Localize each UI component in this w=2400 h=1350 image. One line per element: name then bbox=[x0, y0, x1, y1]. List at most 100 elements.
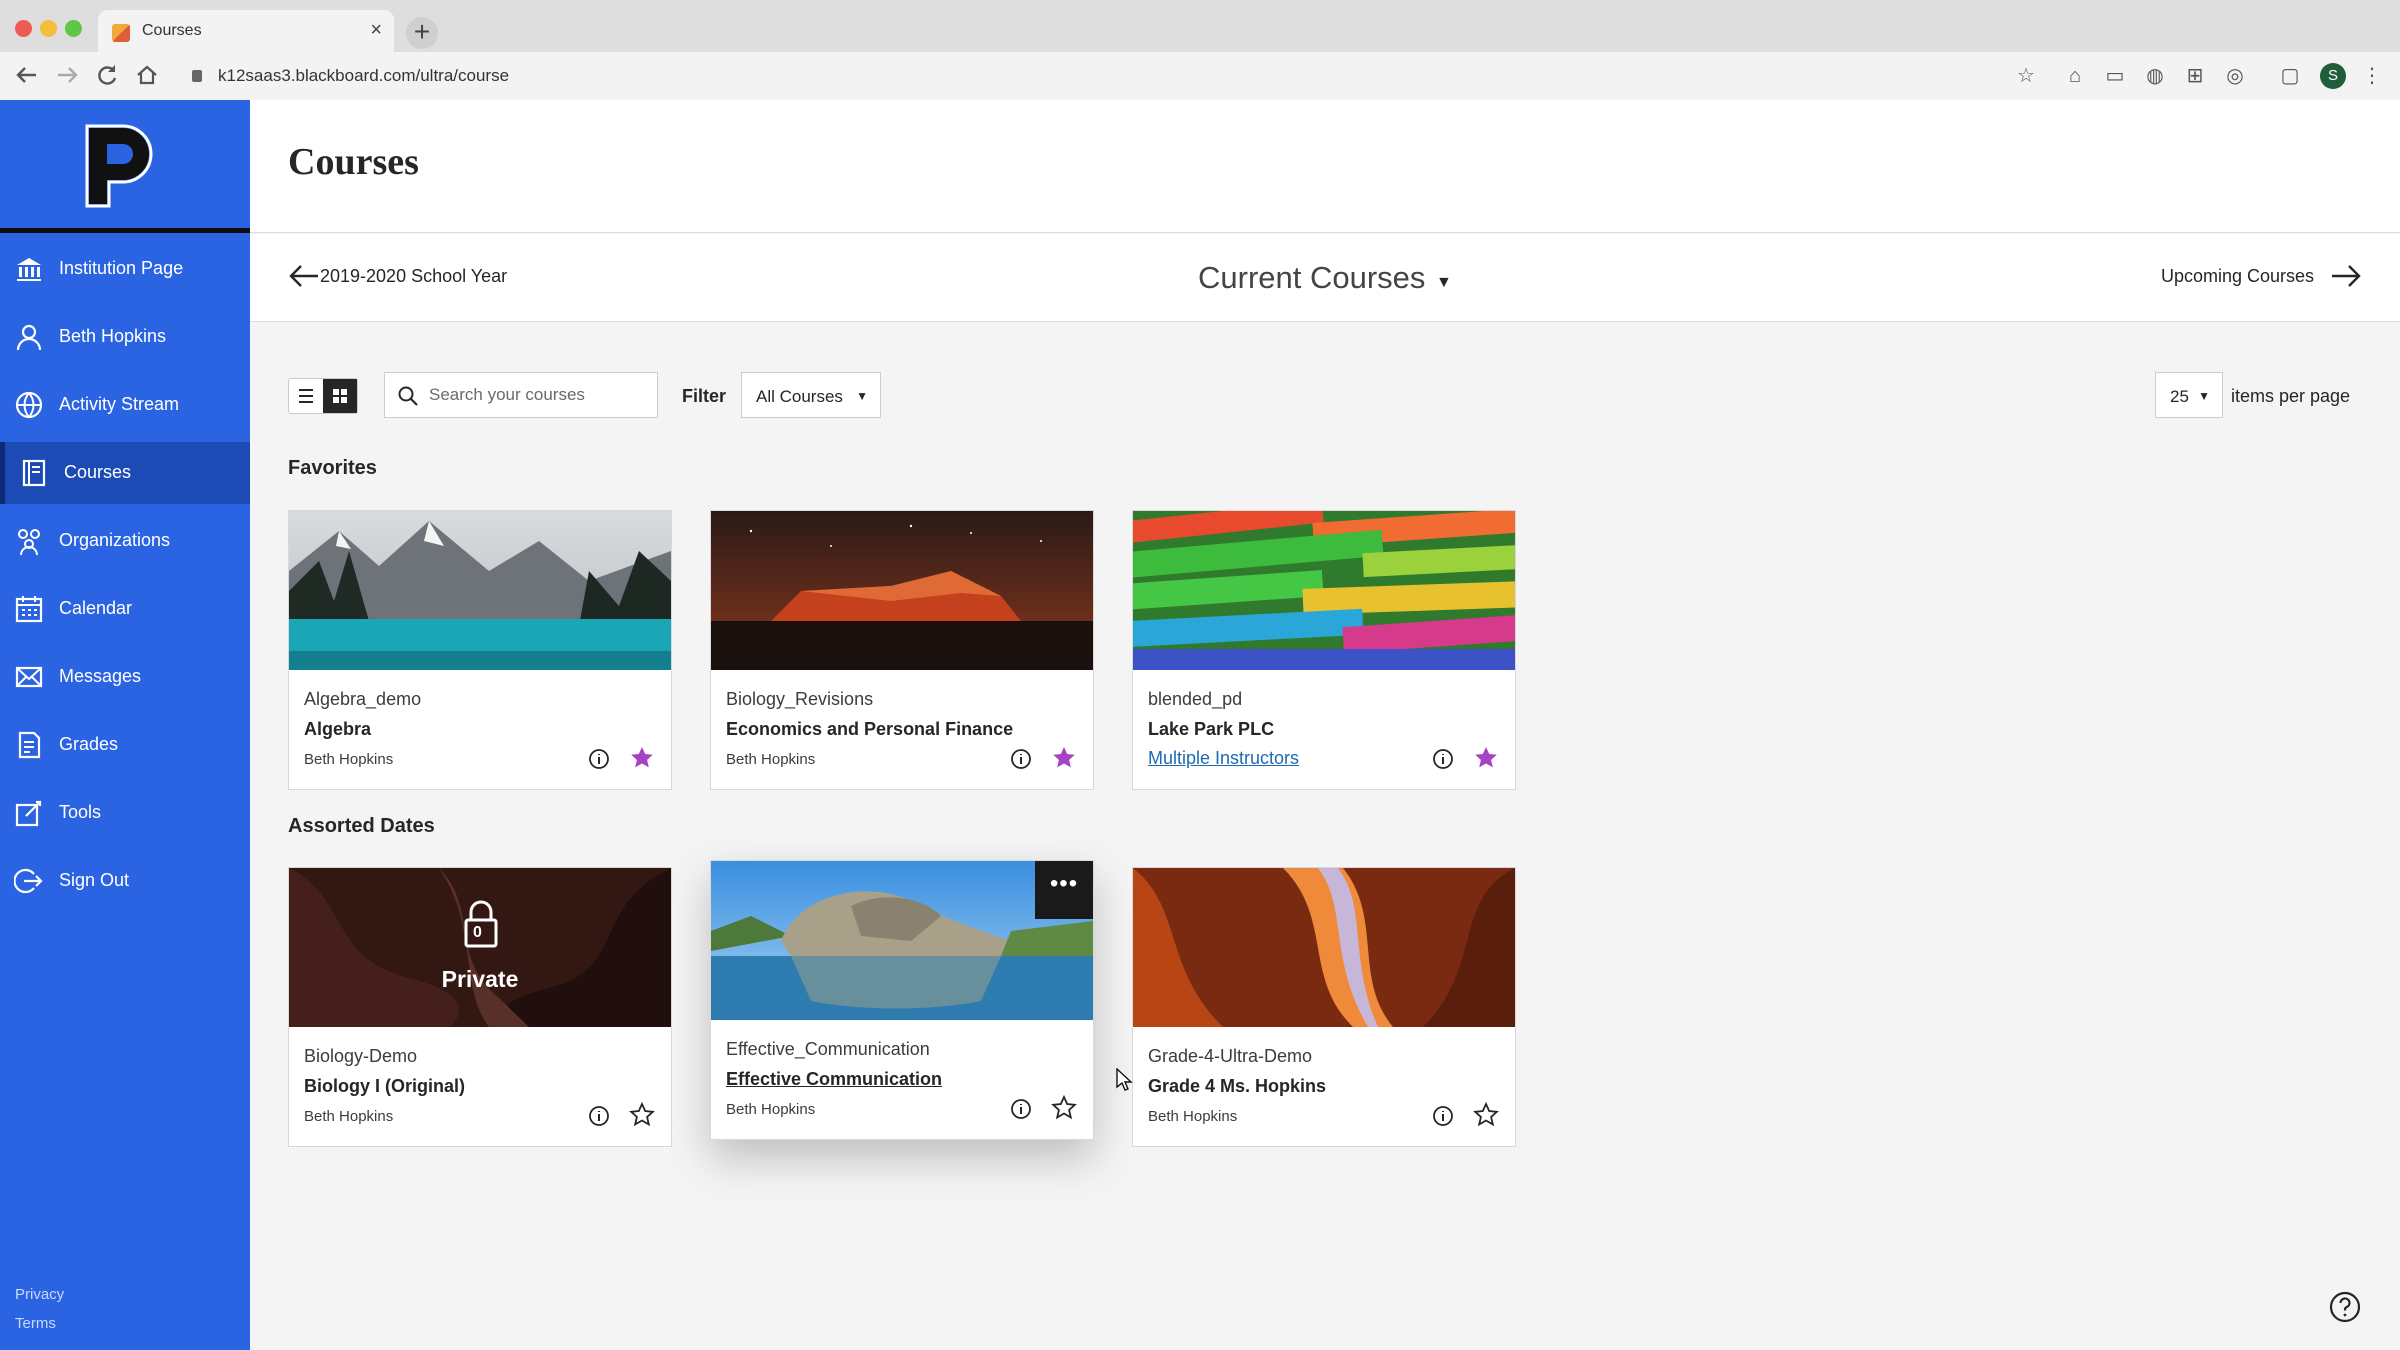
star-outline-icon[interactable] bbox=[1051, 1095, 1077, 1121]
help-icon[interactable] bbox=[2328, 1290, 2362, 1324]
back-icon[interactable] bbox=[12, 60, 42, 90]
browser-toolbar: k12saas3.blackboard.com/ultra/course ☆ ⌂… bbox=[0, 52, 2400, 100]
extension-globe-icon[interactable]: ◍ bbox=[2143, 64, 2167, 88]
close-window-button[interactable] bbox=[15, 20, 32, 37]
star-outline-icon[interactable] bbox=[1473, 1102, 1499, 1128]
course-name[interactable]: Algebra bbox=[304, 719, 371, 740]
extension-home-icon[interactable]: ⌂ bbox=[2063, 64, 2087, 88]
grid-view-icon[interactable] bbox=[323, 379, 357, 413]
items-per-page-label: items per page bbox=[2231, 386, 2351, 406]
course-image-night-rock[interactable] bbox=[711, 511, 1093, 670]
multiple-instructors-link[interactable]: Multiple Instructors bbox=[1148, 748, 1299, 769]
course-name[interactable]: Grade 4 Ms. Hopkins bbox=[1148, 1076, 1326, 1097]
bookmark-star-icon[interactable]: ☆ bbox=[2014, 64, 2038, 88]
course-id: Biology_Revisions bbox=[726, 689, 874, 709]
grades-icon bbox=[18, 731, 41, 759]
course-card[interactable]: Biology_Revisions Economics and Personal… bbox=[710, 510, 1094, 790]
private-overlay: 0 Private bbox=[289, 868, 671, 1027]
home-icon[interactable] bbox=[132, 60, 162, 90]
next-term-arrow-icon[interactable] bbox=[2328, 258, 2364, 294]
previous-term-arrow-icon[interactable] bbox=[286, 258, 322, 294]
sidebar-item-activity-stream[interactable]: Activity Stream bbox=[0, 374, 250, 436]
info-icon[interactable] bbox=[1009, 747, 1033, 771]
favorite-star-icon[interactable] bbox=[1051, 745, 1077, 771]
tab-title: Courses bbox=[142, 22, 202, 39]
new-tab-button[interactable]: + bbox=[406, 17, 438, 49]
extension-target-icon[interactable]: ◎ bbox=[2223, 64, 2247, 88]
sidebar-item-organizations[interactable]: Organizations bbox=[0, 510, 250, 572]
sidebar-item-label: Activity Stream bbox=[59, 394, 180, 414]
course-image-mountain-lake[interactable] bbox=[289, 511, 671, 670]
course-instructor: Beth Hopkins bbox=[304, 751, 394, 768]
sidebar-item-sign-out[interactable]: Sign Out bbox=[0, 850, 250, 912]
info-icon[interactable] bbox=[587, 747, 611, 771]
items-per-page-dropdown[interactable]: 25 ▼ bbox=[2155, 372, 2223, 418]
sidebar-item-label: Beth Hopkins bbox=[59, 326, 167, 346]
courses-icon bbox=[22, 459, 46, 487]
sidebar-item-messages[interactable]: Messages bbox=[0, 646, 250, 708]
course-image-canyon-orange[interactable] bbox=[1133, 868, 1515, 1027]
info-icon[interactable] bbox=[1431, 1104, 1455, 1128]
sidebar-item-institution-page[interactable]: Institution Page bbox=[0, 238, 250, 300]
course-id: Grade-4-Ultra-Demo bbox=[1148, 1046, 1313, 1066]
terms-link[interactable]: Terms bbox=[15, 1315, 56, 1332]
list-view-icon[interactable] bbox=[289, 379, 323, 413]
reload-icon[interactable] bbox=[92, 60, 122, 90]
info-icon[interactable] bbox=[587, 1104, 611, 1128]
sidebar-item-courses[interactable]: Courses bbox=[0, 442, 250, 504]
chevron-down-icon: ▼ bbox=[856, 389, 868, 403]
extension-grid-icon[interactable]: ⊞ bbox=[2183, 64, 2207, 88]
favorite-star-icon[interactable] bbox=[629, 745, 655, 771]
filter-value: All Courses bbox=[756, 387, 843, 406]
course-card[interactable]: Grade-4-Ultra-Demo Grade 4 Ms. Hopkins B… bbox=[1132, 867, 1516, 1147]
course-card[interactable]: blended_pd Lake Park PLC Multiple Instru… bbox=[1132, 510, 1516, 790]
cast-icon[interactable]: ▢ bbox=[2278, 64, 2302, 88]
section-title-favorites: Favorites bbox=[288, 457, 377, 479]
search-input[interactable] bbox=[429, 381, 649, 409]
course-name[interactable]: Economics and Personal Finance bbox=[726, 719, 1013, 740]
next-term-link[interactable]: Upcoming Courses bbox=[2161, 266, 2314, 287]
course-id: blended_pd bbox=[1148, 689, 1243, 709]
course-card[interactable]: ••• Effective_Communication Effective Co… bbox=[710, 860, 1094, 1140]
course-image-chalk[interactable] bbox=[1133, 511, 1515, 670]
minimize-window-button[interactable] bbox=[40, 20, 57, 37]
info-icon[interactable] bbox=[1431, 747, 1455, 771]
chevron-down-icon: ▼ bbox=[2198, 389, 2210, 403]
page-header: Courses bbox=[250, 100, 2400, 233]
star-outline-icon[interactable] bbox=[629, 1102, 655, 1128]
privacy-link[interactable]: Privacy bbox=[15, 1286, 64, 1303]
sidebar-item-calendar[interactable]: Calendar bbox=[0, 578, 250, 640]
filter-dropdown[interactable]: All Courses ▼ bbox=[741, 372, 881, 418]
sidebar-item-label: Calendar bbox=[59, 598, 133, 618]
sidebar-item-label: Organizations bbox=[59, 530, 171, 550]
current-term-selector[interactable]: Current Courses bbox=[1198, 260, 1425, 296]
address-bar[interactable]: k12saas3.blackboard.com/ultra/course bbox=[180, 58, 2050, 94]
course-name[interactable]: Biology I (Original) bbox=[304, 1076, 465, 1097]
institution-logo[interactable] bbox=[85, 124, 163, 208]
organizations-icon bbox=[18, 529, 40, 556]
more-options-button[interactable]: ••• bbox=[1035, 861, 1093, 919]
sidebar-item-label: Messages bbox=[59, 666, 142, 686]
course-name[interactable]: Lake Park PLC bbox=[1148, 719, 1274, 740]
previous-term-link[interactable]: 2019-2020 School Year bbox=[320, 266, 507, 287]
maximize-window-button[interactable] bbox=[65, 20, 82, 37]
sidebar-item-profile[interactable]: Beth Hopkins bbox=[0, 306, 250, 368]
search-icon bbox=[398, 386, 418, 406]
course-card[interactable]: Algebra_demo Algebra Beth Hopkins bbox=[288, 510, 672, 790]
course-card[interactable]: 0 Private Biology-Demo Biology I (Origin… bbox=[288, 867, 672, 1147]
sidebar-item-grades[interactable]: Grades bbox=[0, 714, 250, 776]
favorite-star-icon[interactable] bbox=[1473, 745, 1499, 771]
page-title: Courses bbox=[288, 141, 419, 183]
info-icon[interactable] bbox=[1009, 1097, 1033, 1121]
browser-menu-icon[interactable]: ⋮ bbox=[2360, 64, 2384, 88]
course-name[interactable]: Effective Communication bbox=[726, 1069, 942, 1090]
sidebar-item-tools[interactable]: Tools bbox=[0, 782, 250, 844]
forward-icon[interactable] bbox=[52, 60, 82, 90]
profile-avatar[interactable]: S bbox=[2320, 63, 2346, 89]
tab-close-icon[interactable]: × bbox=[370, 19, 382, 42]
url-text: k12saas3.blackboard.com/ultra/course bbox=[218, 66, 510, 85]
lock-count: 0 bbox=[473, 924, 482, 941]
browser-tab[interactable]: Courses × bbox=[98, 10, 394, 52]
extension-screen-icon[interactable]: ▭ bbox=[2103, 64, 2127, 88]
chevron-down-icon[interactable]: ▼ bbox=[1436, 274, 1452, 292]
